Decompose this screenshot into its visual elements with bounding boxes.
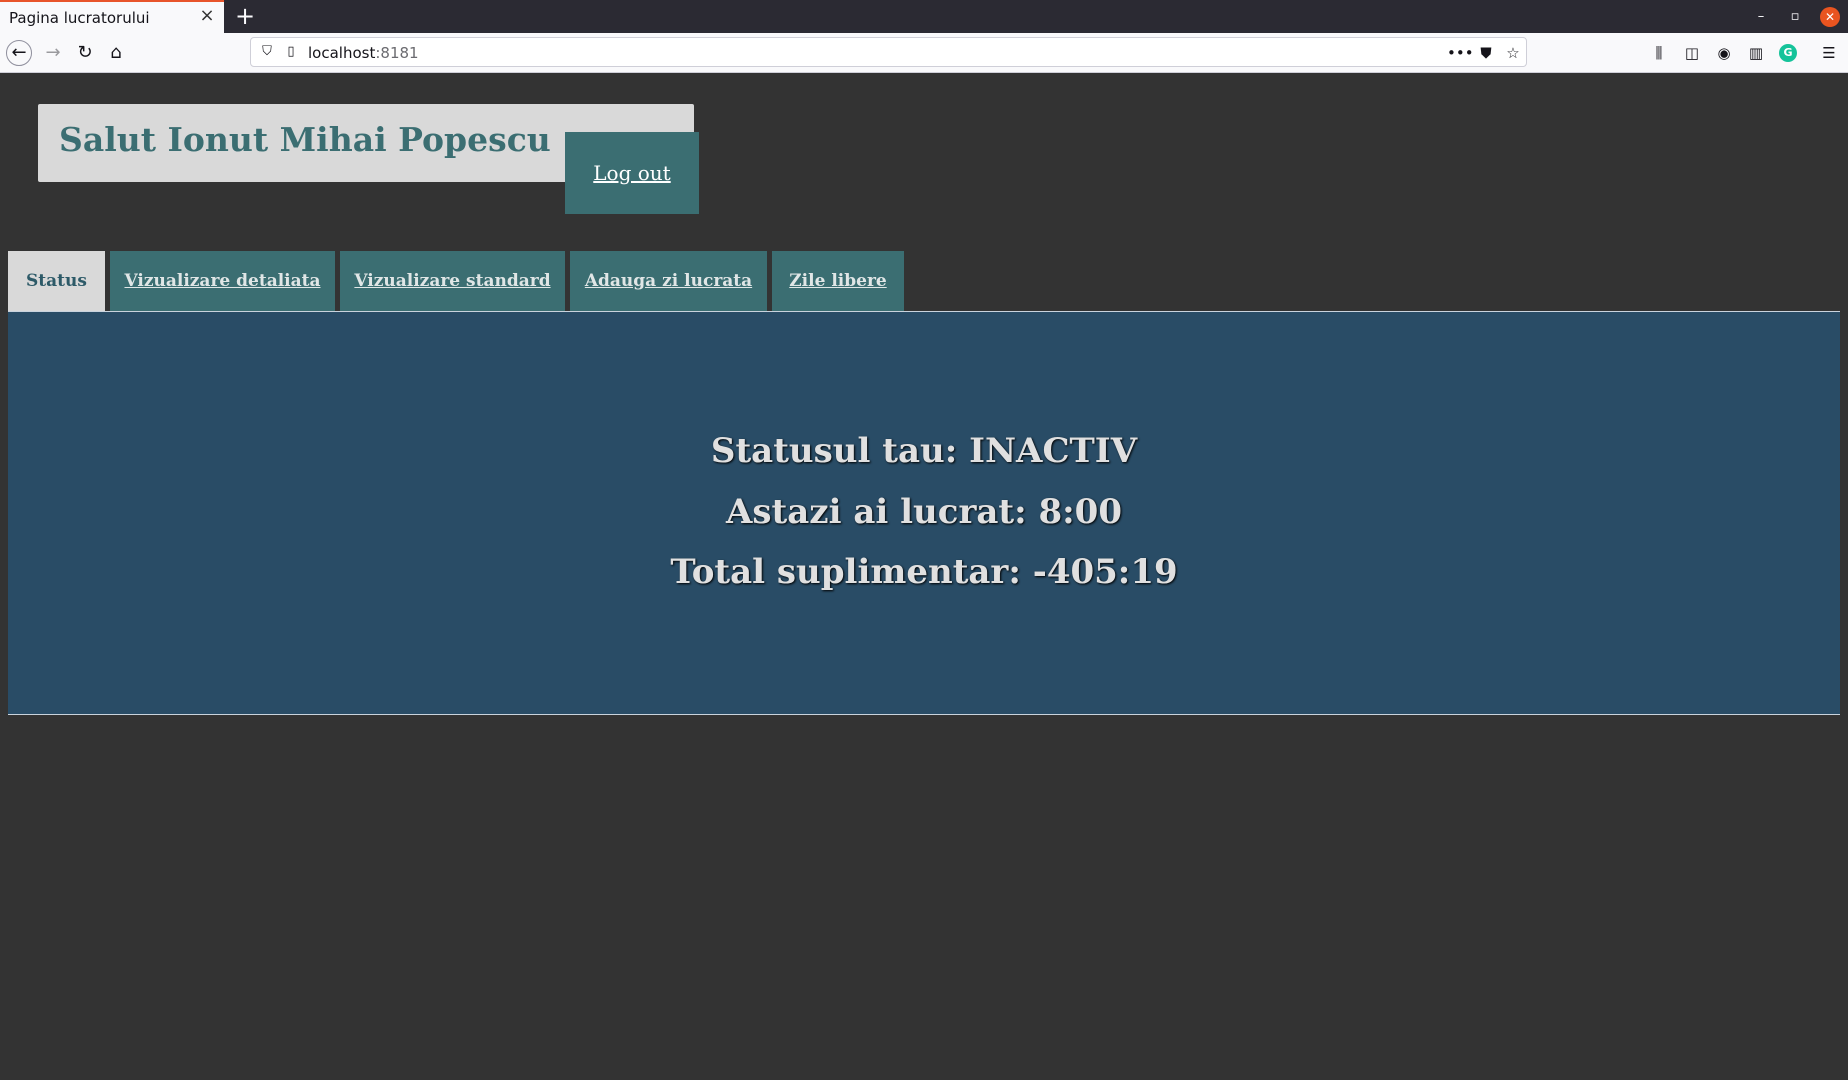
more-actions-icon[interactable]: ••• bbox=[1447, 43, 1474, 63]
logout-button[interactable]: Log out bbox=[565, 132, 699, 214]
tab-vizualizare-detaliata[interactable]: Vizualizare detaliata bbox=[110, 251, 335, 311]
new-tab-button[interactable]: + bbox=[233, 3, 257, 29]
url-host: localhost bbox=[308, 44, 376, 62]
page-content: Salut Ionut Mihai Popescu Log out Status… bbox=[0, 73, 1848, 1080]
url-port: :8181 bbox=[375, 44, 419, 62]
worked-today-text: Astazi ai lucrat: 8:00 bbox=[726, 492, 1122, 532]
minimize-icon[interactable]: – bbox=[1751, 7, 1771, 27]
url-bar[interactable]: ⛉ ▯ localhost:8181 ••• ⛊ ☆ bbox=[250, 37, 1527, 67]
page-title: Salut Ionut Mihai Popescu bbox=[59, 120, 551, 159]
overtime-total-text: Total suplimentar: -405:19 bbox=[670, 552, 1178, 592]
bookmark-star-icon[interactable]: ☆ bbox=[1503, 43, 1523, 63]
close-icon[interactable]: × bbox=[198, 7, 216, 25]
page-icon[interactable]: ▯ bbox=[283, 44, 299, 60]
tab-vizualizare-standard[interactable]: Vizualizare standard bbox=[340, 251, 565, 311]
back-arrow-icon[interactable]: ← bbox=[6, 40, 32, 66]
menu-icon[interactable]: ☰ bbox=[1818, 43, 1840, 63]
browser-tab-title: Pagina lucratorului bbox=[9, 9, 150, 27]
account-icon[interactable]: ◉ bbox=[1713, 43, 1735, 63]
reload-icon[interactable]: ↻ bbox=[72, 40, 98, 66]
grammarly-icon[interactable]: G bbox=[1779, 44, 1797, 62]
sidebar-icon[interactable]: ◫ bbox=[1681, 43, 1703, 63]
status-text: Statusul tau: INACTIV bbox=[710, 431, 1138, 471]
restore-icon[interactable]: ▫ bbox=[1785, 7, 1805, 27]
extension-icon[interactable]: ▥ bbox=[1745, 43, 1767, 63]
tab-bar: Status Vizualizare detaliata Vizualizare… bbox=[0, 251, 1848, 311]
tab-adauga-zi-lucrata[interactable]: Adauga zi lucrata bbox=[570, 251, 767, 311]
status-panel: Statusul tau: INACTIV Astazi ai lucrat: … bbox=[8, 311, 1840, 715]
home-icon[interactable]: ⌂ bbox=[103, 40, 129, 66]
shield-icon[interactable]: ⛉ bbox=[259, 44, 275, 60]
tab-status[interactable]: Status bbox=[8, 251, 105, 311]
browser-tabstrip: Pagina lucratorului × + – ▫ ✕ bbox=[0, 0, 1848, 33]
browser-navbar: ← → ↻ ⌂ ⛉ ▯ localhost:8181 ••• ⛊ ☆ ⫼ ◫ ◉… bbox=[0, 33, 1848, 73]
library-icon[interactable]: ⫼ bbox=[1648, 43, 1670, 63]
pocket-icon[interactable]: ⛊ bbox=[1476, 43, 1496, 63]
browser-tab[interactable]: Pagina lucratorului × bbox=[0, 0, 224, 33]
url-text[interactable]: localhost:8181 bbox=[308, 44, 419, 62]
tab-zile-libere[interactable]: Zile libere bbox=[772, 251, 904, 311]
forward-arrow-icon[interactable]: → bbox=[40, 40, 66, 66]
window-close-icon[interactable]: ✕ bbox=[1820, 7, 1840, 27]
